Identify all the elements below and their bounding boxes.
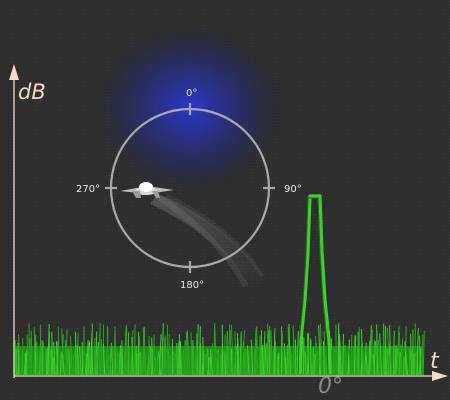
bearing-north: 0° bbox=[186, 88, 198, 99]
bearing-east: 90° bbox=[284, 184, 302, 195]
bearing-south: 180° bbox=[180, 280, 205, 291]
peak-bearing-label: 0° bbox=[318, 374, 343, 399]
x-axis-label: t bbox=[430, 349, 439, 374]
noise-floor bbox=[14, 323, 425, 376]
bearing-west: 270° bbox=[76, 184, 101, 195]
y-axis-label: dB bbox=[18, 80, 46, 104]
radar-diagram: dB t 0° 0° 90° 180° 270° bbox=[0, 0, 450, 400]
y-axis bbox=[9, 64, 19, 378]
diagram-canvas bbox=[9, 26, 448, 381]
